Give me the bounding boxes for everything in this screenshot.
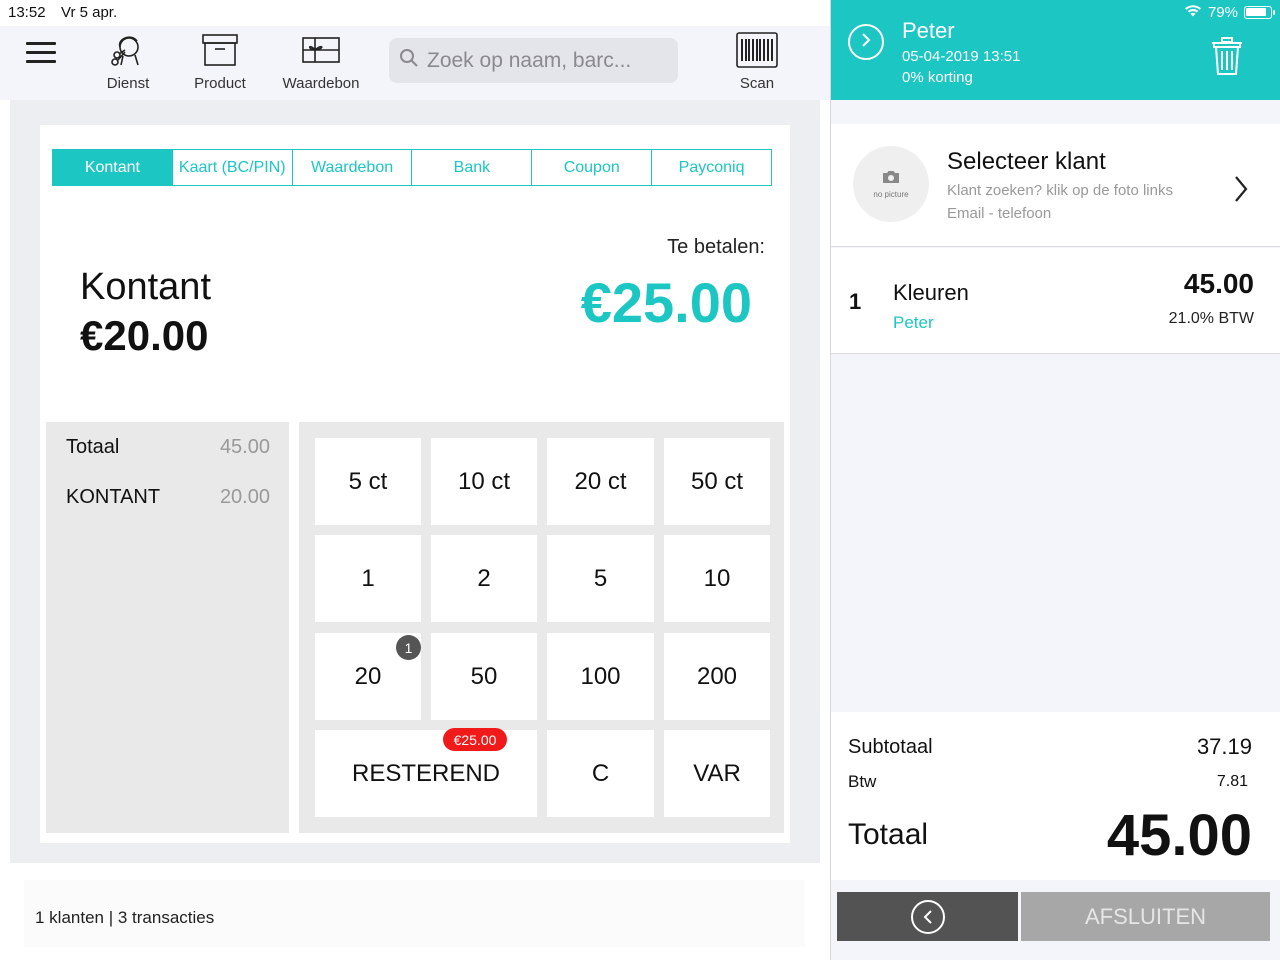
scan-label: Scan	[739, 75, 775, 92]
search-box[interactable]	[389, 38, 678, 83]
menu-icon[interactable]	[26, 42, 56, 66]
customer-name: Peter	[902, 18, 955, 43]
chevron-left-icon	[910, 899, 945, 934]
barcode-icon	[733, 30, 781, 70]
box-icon	[190, 30, 250, 70]
status-bar-left: 13:52 Vr 5 apr.	[0, 0, 830, 26]
line-item-name: Kleuren	[893, 280, 969, 305]
summary-cash-row: KONTANT 20.00	[66, 486, 270, 512]
summary-total-label: Totaal	[66, 436, 120, 458]
scan-button[interactable]: Scan	[733, 30, 781, 92]
amount-due-value: €25.00	[580, 271, 752, 334]
search-input[interactable]	[427, 48, 667, 73]
tab-waardebon[interactable]: Waardebon	[293, 150, 413, 185]
total-label: Totaal	[848, 818, 929, 851]
gift-card-icon	[278, 30, 364, 70]
customer-discount: 0% korting	[902, 69, 973, 86]
select-client-contact: Email - telefoon	[947, 205, 1052, 222]
search-icon	[399, 48, 419, 73]
tab-kaart[interactable]: Kaart (BC/PIN)	[173, 150, 293, 185]
voucher-label: Waardebon	[282, 75, 360, 92]
service-label: Dienst	[106, 75, 150, 92]
key-200[interactable]: 200	[664, 633, 770, 720]
summary-total-row: Totaal 45.00	[66, 436, 270, 462]
key-clear[interactable]: C	[547, 730, 654, 817]
key-100[interactable]: 100	[547, 633, 654, 720]
line-item-price: 45.00	[1183, 268, 1254, 299]
customer-header: 79% Peter 05-04-2019 13:51 0% korting	[831, 0, 1280, 100]
remaining-badge: €25.00	[443, 728, 507, 751]
product-button[interactable]: Product	[190, 30, 250, 92]
trash-icon[interactable]	[1210, 36, 1244, 81]
line-item-vat: 21.0% BTW	[1168, 310, 1254, 327]
hairdresser-icon	[103, 30, 153, 70]
summary-total-value: 45.00	[219, 436, 270, 458]
chevron-right-icon	[860, 32, 872, 53]
close-sale-button[interactable]: AFSLUITEN	[1021, 892, 1270, 941]
line-item-qty: 1	[849, 289, 862, 314]
tab-coupon[interactable]: Coupon	[532, 150, 653, 185]
payment-method-tabs: Kontant Kaart (BC/PIN) Waardebon Bank Co…	[52, 149, 772, 186]
select-client-title: Selecteer klant	[947, 148, 1106, 175]
line-item[interactable]: 1 Kleuren Peter 45.00 21.0% BTW	[831, 248, 1280, 354]
service-button[interactable]: Dienst	[103, 30, 153, 92]
battery-percent: 79%	[1207, 4, 1238, 21]
select-client-hint: Klant zoeken? klik op de foto links	[947, 182, 1173, 199]
subtotal-label: Subtotaal	[848, 736, 933, 758]
status-bar-right: 79%	[1184, 4, 1275, 21]
key-1[interactable]: 1	[315, 535, 421, 622]
receipt-pane: 79% Peter 05-04-2019 13:51 0% korting no…	[831, 0, 1280, 960]
subtotal-value: 37.19	[1196, 734, 1252, 759]
tab-kontant[interactable]: Kontant	[53, 150, 173, 185]
payment-method-amount: €20.00	[80, 312, 209, 359]
footer-stats: 1 klanten | 3 transacties	[35, 908, 215, 927]
transaction-datetime: 05-04-2019 13:51	[902, 48, 1021, 65]
select-client-card[interactable]: no picture Selecteer klant Klant zoeken?…	[831, 124, 1280, 247]
wifi-icon	[1184, 4, 1202, 21]
payment-summary: Totaal 45.00 KONTANT 20.00	[46, 422, 289, 833]
back-button[interactable]	[837, 892, 1018, 941]
key-50ct[interactable]: 50 ct	[664, 438, 770, 525]
collapse-button[interactable]	[848, 24, 884, 60]
summary-cash-label: KONTANT	[66, 486, 161, 508]
client-avatar[interactable]: no picture	[853, 146, 929, 222]
key-2[interactable]: 2	[431, 535, 537, 622]
summary-cash-value: 20.00	[219, 486, 270, 508]
line-item-staff: Peter	[893, 313, 934, 332]
key-10[interactable]: 10	[664, 535, 770, 622]
key-10ct[interactable]: 10 ct	[431, 438, 537, 525]
footer-bar: 1 klanten | 3 transacties	[24, 880, 805, 947]
key-var[interactable]: VAR	[664, 730, 770, 817]
totals-panel: Subtotaal 37.19 Btw 7.81 Totaal 45.00	[831, 712, 1280, 880]
checkout-pane: 13:52 Vr 5 apr. Dienst Product Waardebon…	[0, 0, 830, 960]
key-20ct[interactable]: 20 ct	[547, 438, 654, 525]
status-date: Vr 5 apr.	[61, 4, 118, 21]
voucher-button[interactable]: Waardebon	[278, 30, 364, 92]
chevron-right-icon	[1233, 174, 1249, 209]
tab-bank[interactable]: Bank	[412, 150, 533, 185]
battery-icon	[1244, 6, 1275, 19]
amount-due-label: Te betalen:	[667, 236, 765, 258]
key-5[interactable]: 5	[547, 535, 654, 622]
key-5ct[interactable]: 5 ct	[315, 438, 421, 525]
toolbar: Dienst Product Waardebon Zoek op naam, b…	[0, 26, 830, 100]
status-time: 13:52	[8, 4, 46, 21]
count-badge-20: 1	[396, 635, 421, 660]
payment-method-name: Kontant	[80, 266, 211, 308]
product-label: Product	[194, 75, 246, 92]
total-value: 45.00	[1106, 803, 1252, 868]
vat-label: Btw	[848, 772, 877, 791]
camera-icon	[881, 169, 901, 187]
tab-payconiq[interactable]: Payconiq	[652, 150, 771, 185]
no-picture-text: no picture	[873, 190, 909, 199]
vat-value: 7.81	[1216, 773, 1248, 790]
key-50[interactable]: 50	[431, 633, 537, 720]
